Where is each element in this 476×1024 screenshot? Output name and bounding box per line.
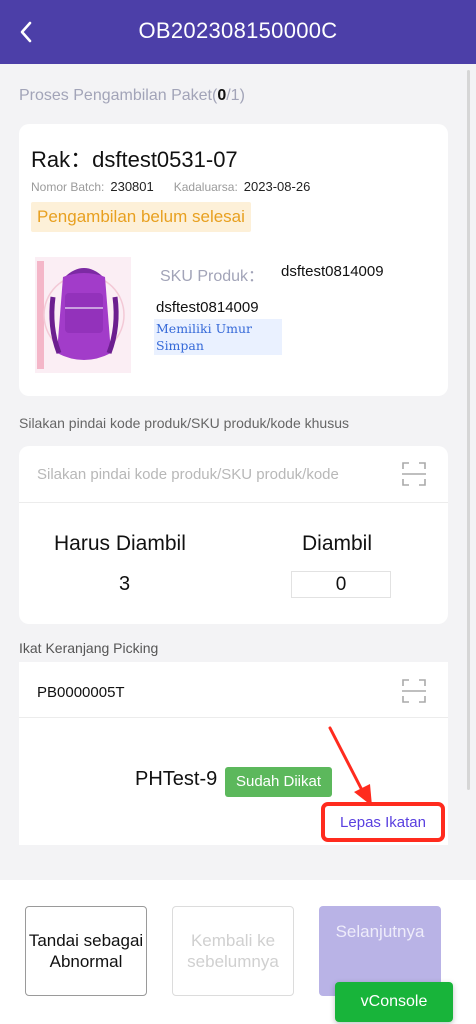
bind-basket-label: Ikat Keranjang Picking bbox=[19, 640, 159, 656]
previous-button[interactable]: Kembali ke sebelumnya bbox=[172, 906, 294, 996]
shelf-life-tag: Memiliki Umur Simpan bbox=[154, 319, 282, 355]
scan-card: Harus Diambil 3 Diambil bbox=[19, 446, 448, 624]
rack-title: Rak：dsftest0531-07 bbox=[31, 147, 238, 172]
header-bar: OB202308150000C bbox=[0, 0, 476, 64]
progress-label-suffix: /1) bbox=[226, 87, 245, 104]
batch-value: 230801 bbox=[110, 179, 154, 194]
release-binding-button[interactable]: Lepas Ikatan bbox=[321, 802, 445, 842]
progress-label-prefix: Proses Pengambilan Paket( bbox=[19, 87, 218, 104]
basket-card: PB0000005T PHTest-9 Sudah Diikat Lepas I… bbox=[19, 662, 448, 845]
sku-value: dsftest0814009 bbox=[281, 263, 384, 280]
scan-frame-icon[interactable] bbox=[401, 461, 427, 487]
basket-code: PB0000005T bbox=[37, 684, 125, 701]
scrollbar[interactable] bbox=[467, 70, 470, 790]
product-name: dsftest0814009 bbox=[156, 299, 259, 316]
product-scan-input[interactable] bbox=[37, 466, 387, 483]
progress-done-count: 0 bbox=[217, 87, 227, 104]
vconsole-button[interactable]: vConsole bbox=[335, 982, 453, 1022]
rack-card: Rak：dsftest0531-07 Nomor Batch: 230801 Kad… bbox=[19, 124, 448, 396]
batch-info: Nomor Batch: 230801 Kadaluarsa: 2023-08-26 bbox=[31, 179, 310, 194]
scan-frame-icon[interactable] bbox=[401, 678, 427, 704]
annotation-arrow-icon bbox=[328, 726, 372, 806]
mark-abnormal-button[interactable]: Tandai sebagai Abnormal bbox=[25, 906, 147, 996]
status-badge: Pengambilan belum selesai bbox=[31, 202, 251, 232]
bound-status-badge: Sudah Diikat bbox=[225, 767, 332, 797]
backpack-image bbox=[35, 257, 131, 373]
divider bbox=[19, 502, 448, 503]
picking-progress: Proses Pengambilan Paket(0/1) bbox=[19, 87, 245, 105]
expiry-label: Kadaluarsa: bbox=[173, 180, 238, 194]
divider bbox=[19, 717, 448, 718]
basket-name: PHTest-9 bbox=[135, 768, 218, 790]
must-pick-value: 3 bbox=[119, 573, 131, 595]
expiry-value: 2023-08-26 bbox=[243, 179, 311, 194]
picked-label: Diambil bbox=[302, 532, 373, 555]
batch-label: Nomor Batch: bbox=[31, 180, 105, 194]
page-title: OB202308150000C bbox=[138, 18, 338, 43]
sku-label: SKU Produk： bbox=[160, 268, 265, 285]
must-pick-label: Harus Diambil bbox=[54, 532, 186, 555]
picked-quantity-input[interactable] bbox=[291, 571, 391, 598]
scan-instruction: Silakan pindai kode produk/SKU produk/ko… bbox=[19, 415, 349, 431]
